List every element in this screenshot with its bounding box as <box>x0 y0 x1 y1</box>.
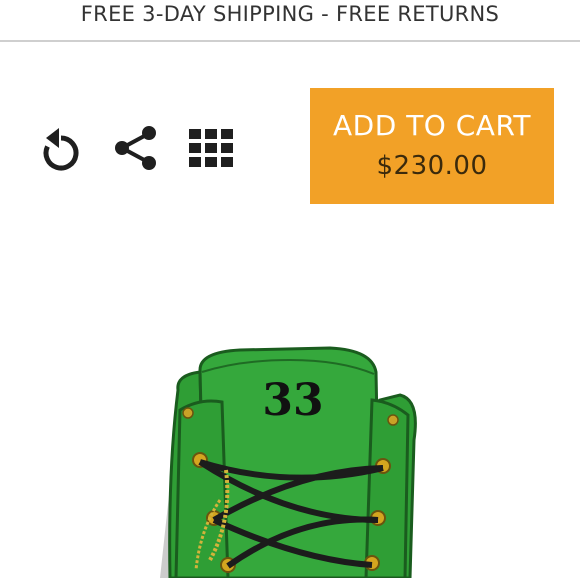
share-icon[interactable] <box>112 124 160 172</box>
reset-icon[interactable] <box>38 124 84 172</box>
shipping-banner: FREE 3-DAY SHIPPING - FREE RETURNS <box>0 0 580 42</box>
boot-image: 33 <box>0 250 580 580</box>
cart-price: $230.00 <box>376 151 488 181</box>
grid-icon[interactable] <box>186 126 236 170</box>
add-to-cart-label: ADD TO CART <box>333 109 531 142</box>
shipping-banner-text: FREE 3-DAY SHIPPING - FREE RETURNS <box>80 2 500 26</box>
add-to-cart-button[interactable]: ADD TO CART $230.00 <box>310 88 554 204</box>
tongue-text: 33 <box>262 375 323 426</box>
